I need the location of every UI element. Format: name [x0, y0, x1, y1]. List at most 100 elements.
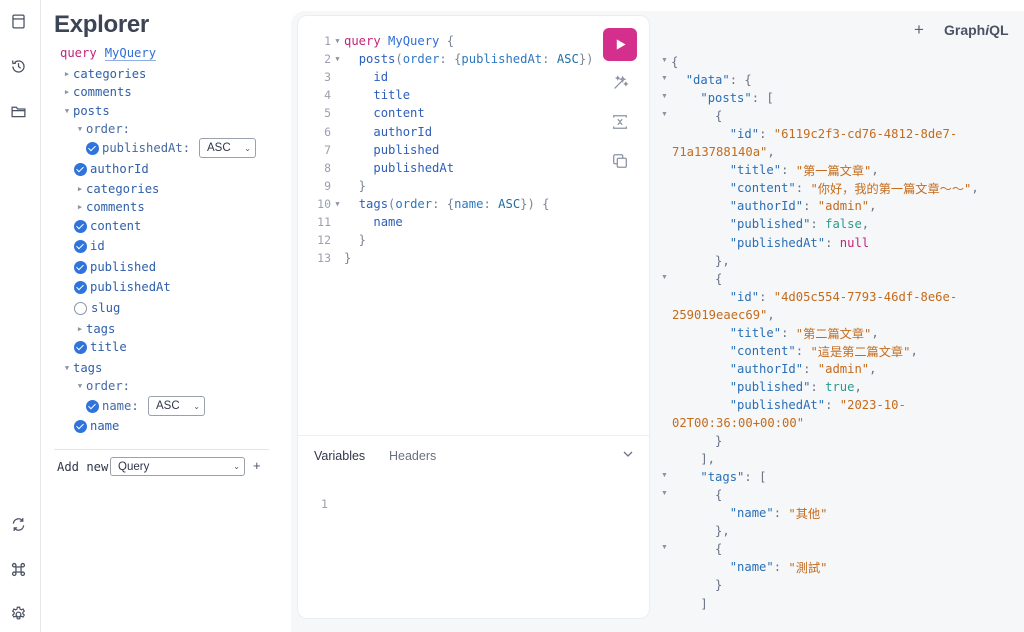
chevron-right-icon[interactable]: ▶	[74, 325, 86, 333]
result-line: "title": "第二篇文章",	[671, 324, 879, 342]
prettify-icon[interactable]	[610, 73, 630, 93]
chevron-down-icon[interactable]: ▼	[61, 107, 73, 115]
fold-icon[interactable]: ▼	[661, 111, 669, 118]
tree-item[interactable]: ▼ order:	[74, 120, 130, 138]
docs-icon[interactable]	[8, 11, 28, 31]
chevron-right-icon[interactable]: ▶	[61, 88, 73, 96]
tree-item[interactable]: ▶ comments	[61, 83, 132, 101]
tree-item-label: title	[90, 340, 127, 354]
chevron-down-icon[interactable]: ▼	[74, 125, 86, 133]
tree-item-label: categories	[73, 67, 147, 81]
tree-item[interactable]: id	[74, 237, 105, 255]
tree-item[interactable]: name	[74, 417, 119, 435]
chevron-right-icon[interactable]: ▶	[74, 185, 86, 193]
tree-item[interactable]: ▶ comments	[74, 198, 145, 216]
checkbox-checked-icon[interactable]	[74, 162, 87, 176]
tree-item[interactable]: authorId	[74, 160, 149, 178]
checkbox-checked-icon[interactable]	[74, 280, 87, 294]
code-token: : {	[432, 196, 455, 211]
fold-icon[interactable]: ▼	[331, 37, 344, 45]
merge-fragments-icon[interactable]	[610, 112, 630, 132]
fold-icon[interactable]: ▼	[661, 274, 669, 281]
fold-icon[interactable]: ▼	[661, 544, 669, 551]
enum-select[interactable]: ASC ⌄	[199, 138, 256, 158]
tree-item[interactable]: publishedAt	[74, 278, 171, 296]
add-new-type-select[interactable]: Query ⌄	[110, 457, 245, 476]
fold-icon[interactable]: ▼	[661, 490, 669, 497]
json-token: "title"	[729, 325, 782, 340]
chevron-down-icon[interactable]	[621, 447, 635, 461]
fold-icon[interactable]: ▼	[331, 200, 344, 208]
tree-item[interactable]: ▼ order:	[74, 377, 130, 395]
fold-icon[interactable]: ▼	[661, 57, 669, 64]
tree-item[interactable]: ▶ categories	[74, 180, 159, 198]
fold-icon[interactable]: ▼	[331, 55, 344, 63]
tree-item[interactable]: ▶ tags	[74, 320, 115, 338]
chevron-down-icon[interactable]: ▼	[74, 382, 86, 390]
enum-select[interactable]: ASC ⌄	[148, 396, 205, 416]
checkbox-checked-icon[interactable]	[74, 260, 87, 274]
result-line: "published": true,	[671, 378, 862, 396]
code-token: ASC	[498, 196, 521, 211]
checkbox-checked-icon[interactable]	[74, 419, 87, 433]
tree-item[interactable]: ▼ tags	[61, 359, 102, 377]
json-token: "測試"	[788, 561, 828, 576]
history-icon[interactable]	[8, 56, 28, 76]
tree-item[interactable]: content	[74, 217, 141, 235]
result-line: "id": "4d05c554-7793-46df-8e6e-	[671, 288, 957, 306]
operation-name-input[interactable]: MyQuery	[104, 46, 157, 61]
result-line: "tags": [	[671, 468, 766, 486]
fold-icon[interactable]: ▼	[661, 93, 669, 100]
folder-icon[interactable]	[8, 101, 28, 121]
json-token: ,	[767, 307, 775, 322]
checkbox-unchecked-icon[interactable]	[74, 301, 87, 315]
chevron-right-icon[interactable]: ▶	[61, 70, 73, 78]
fold-icon[interactable]: ▼	[661, 75, 669, 82]
code-line: 12 }	[304, 231, 366, 249]
tree-item[interactable]: ▶ categories	[61, 65, 146, 83]
tab-variables[interactable]: Variables	[314, 449, 365, 463]
tree-item[interactable]: name:	[86, 397, 139, 415]
code-token: MyQuery	[388, 34, 440, 48]
checkbox-checked-icon[interactable]	[86, 399, 99, 413]
settings-icon[interactable]	[8, 604, 28, 624]
fold-icon[interactable]: ▼	[661, 472, 669, 479]
json-token: "其他"	[788, 507, 828, 522]
tree-item[interactable]: slug	[74, 299, 120, 317]
divider	[54, 449, 269, 450]
chevron-down-icon[interactable]: ▼	[61, 364, 73, 372]
tree-item-label: posts	[73, 104, 110, 118]
refetch-icon[interactable]	[8, 514, 28, 534]
code-line: 4 title	[304, 86, 410, 104]
tree-item[interactable]: title	[74, 338, 127, 356]
json-token: "content"	[729, 181, 796, 196]
result-line: 259019eaec69",	[672, 306, 775, 324]
checkbox-checked-icon[interactable]	[74, 239, 87, 253]
checkbox-checked-icon[interactable]	[86, 141, 99, 155]
code-line: 1 ▼ query MyQuery {	[304, 32, 454, 50]
add-new-label: Add new	[57, 460, 109, 474]
tree-item[interactable]: publishedAt:	[86, 139, 190, 157]
tree-item[interactable]: published	[74, 258, 156, 276]
json-token: false	[825, 217, 862, 232]
tree-item[interactable]: ▼ posts	[61, 102, 110, 120]
json-token: "published"	[729, 217, 811, 232]
json-token: "4d05c554-7793-46df-8e6e-	[773, 289, 958, 304]
checkbox-checked-icon[interactable]	[74, 340, 87, 354]
chevron-right-icon[interactable]: ▶	[74, 203, 86, 211]
add-tab-button[interactable]: +	[914, 20, 924, 40]
add-new-button[interactable]: +	[253, 458, 261, 473]
copy-icon[interactable]	[610, 151, 630, 171]
variables-editor[interactable]	[340, 490, 640, 610]
json-token: true	[825, 379, 855, 394]
tab-headers[interactable]: Headers	[389, 449, 436, 463]
run-query-button[interactable]	[603, 28, 637, 61]
json-token: "第二篇文章"	[795, 326, 872, 341]
result-line: },	[671, 522, 730, 540]
result-line: "published": false,	[671, 215, 869, 233]
shortcut-icon[interactable]	[8, 559, 28, 579]
json-token: "authorId"	[729, 199, 804, 214]
checkbox-checked-icon[interactable]	[74, 219, 87, 233]
